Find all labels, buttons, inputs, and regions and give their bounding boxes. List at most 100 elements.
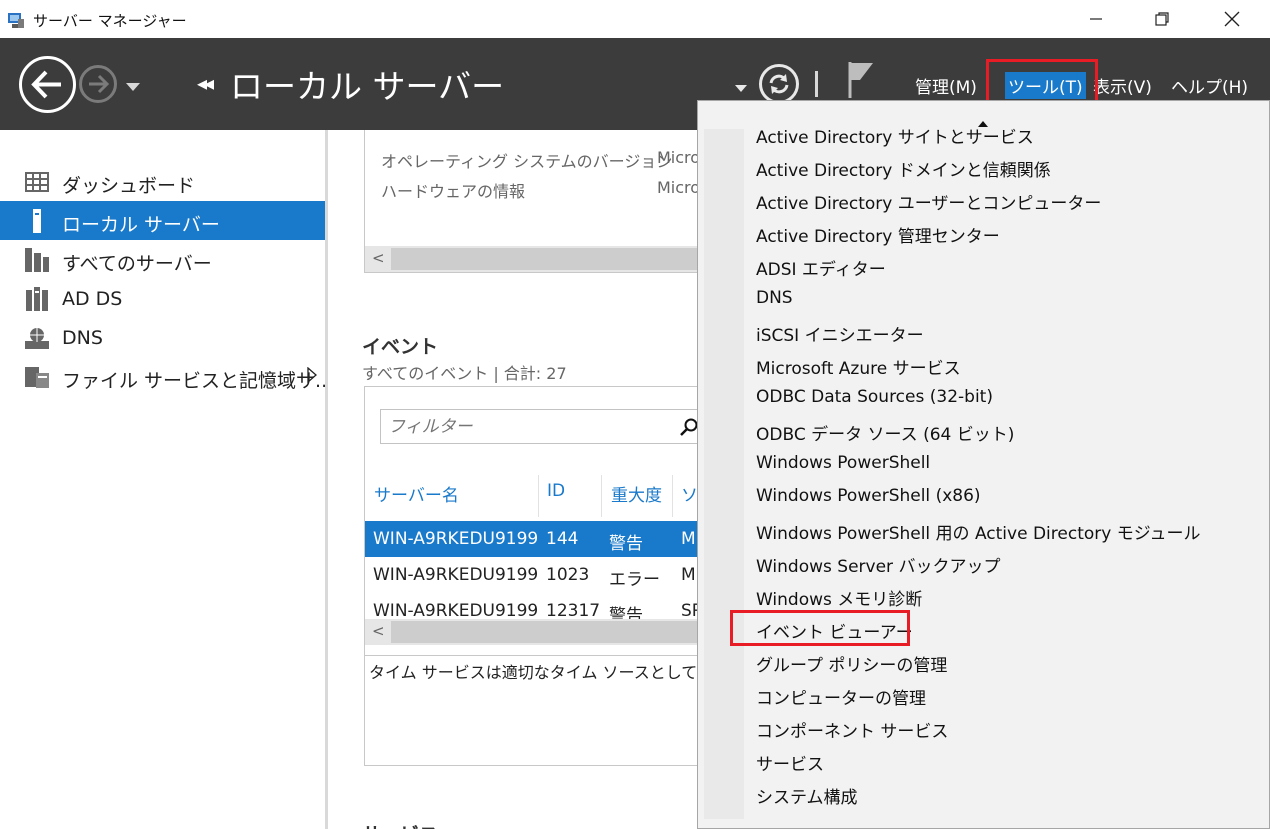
menu-item-ad-powershell-module[interactable]: Windows PowerShell 用の Active Directory モ… bbox=[756, 519, 1201, 544]
sidebar-item-label: AD DS bbox=[62, 288, 123, 310]
property-label: ハードウェアの情報 bbox=[381, 182, 526, 201]
menu-item-system-configuration[interactable]: システム構成 bbox=[756, 783, 858, 808]
column-separator bbox=[601, 475, 602, 517]
search-icon[interactable] bbox=[679, 417, 699, 441]
scroll-left-icon[interactable]: < bbox=[372, 622, 385, 640]
events-summary: すべてのイベント | 合計: 27 bbox=[362, 364, 567, 383]
minimize-button[interactable] bbox=[1063, 0, 1129, 38]
menu-item-group-policy[interactable]: グループ ポリシーの管理 bbox=[756, 651, 947, 676]
expand-arrow-icon[interactable] bbox=[307, 366, 317, 387]
sidebar-item-dashboard[interactable]: ダッシュボード bbox=[0, 162, 325, 201]
property-value[interactable]: Micro bbox=[657, 148, 700, 167]
column-header-server-name[interactable]: サーバー名 bbox=[374, 481, 459, 506]
menu-item-memory-diagnostic[interactable]: Windows メモリ診断 bbox=[756, 585, 922, 610]
menu-item-dns[interactable]: DNS bbox=[756, 288, 793, 308]
menu-item-component-services[interactable]: コンポーネント サービス bbox=[756, 717, 948, 742]
event-viewer-highlight-box bbox=[730, 610, 910, 646]
cell-severity: エラー bbox=[609, 570, 660, 590]
column-header-severity[interactable]: 重大度 bbox=[611, 481, 662, 506]
notifications-button[interactable] bbox=[846, 60, 876, 104]
page-title: ローカル サーバー bbox=[230, 67, 505, 106]
menu-item-ad-users-computers[interactable]: Active Directory ユーザーとコンピューター bbox=[756, 189, 1101, 214]
dns-icon bbox=[24, 326, 50, 350]
caret-down-icon bbox=[735, 85, 747, 92]
refresh-icon bbox=[769, 74, 789, 94]
event-description-pane: タイム サービスは適切なタイム ソースとしてクライ bbox=[365, 655, 745, 767]
header-separator bbox=[815, 71, 818, 97]
file-services-icon bbox=[24, 365, 50, 389]
services-section-title: サービス bbox=[362, 820, 438, 829]
scroll-left-icon[interactable]: < bbox=[372, 249, 385, 267]
cell-source: M bbox=[681, 529, 696, 549]
menu-help[interactable]: ヘルプ(H) bbox=[1171, 73, 1248, 98]
maximize-button[interactable] bbox=[1129, 0, 1195, 38]
close-icon bbox=[1224, 11, 1240, 27]
property-value[interactable]: Micro bbox=[657, 178, 700, 197]
cell-server: WIN-A9RKEDU9199 bbox=[373, 565, 539, 585]
forward-button[interactable] bbox=[79, 65, 117, 103]
cell-source: M bbox=[681, 565, 696, 585]
menu-item-azure-services[interactable]: Microsoft Azure サービス bbox=[756, 354, 961, 379]
window-title: サーバー マネージャー bbox=[33, 12, 187, 30]
breadcrumb-chevrons[interactable]: ◂◂ bbox=[197, 71, 214, 95]
sidebar-item-file-services[interactable]: ファイル サービスと記憶域サ... bbox=[0, 357, 333, 396]
tools-dropdown-menu: Active Directory サイトとサービス Active Directo… bbox=[697, 100, 1270, 829]
menu-item-powershell[interactable]: Windows PowerShell bbox=[756, 453, 930, 473]
menu-item-ad-sites-services[interactable]: Active Directory サイトとサービス bbox=[756, 123, 1034, 148]
menu-item-odbc-32[interactable]: ODBC Data Sources (32-bit) bbox=[756, 387, 993, 407]
table-row[interactable]: WIN-A9RKEDU9199 1023 エラー M bbox=[365, 557, 724, 593]
minimize-icon bbox=[1090, 18, 1102, 20]
events-filter-input[interactable] bbox=[380, 409, 725, 444]
dashboard-icon bbox=[24, 170, 50, 194]
server-manager-app-icon bbox=[6, 10, 26, 30]
sidebar-item-all-servers[interactable]: すべてのサーバー bbox=[0, 240, 325, 279]
cell-id: 12317 bbox=[546, 601, 601, 621]
cell-server: WIN-A9RKEDU9199 bbox=[373, 601, 539, 621]
events-section-title: イベント bbox=[362, 336, 439, 358]
sidebar-item-label: ダッシュボード bbox=[62, 175, 196, 197]
menu-item-powershell-x86[interactable]: Windows PowerShell (x86) bbox=[756, 486, 981, 506]
properties-panel: オペレーティング システムのバージョン Micro ハードウェアの情報 Micr… bbox=[364, 130, 724, 273]
sidebar-item-ad-ds[interactable]: AD DS bbox=[0, 279, 325, 318]
tools-menu-highlight-box bbox=[986, 59, 1098, 106]
arrow-left-icon bbox=[31, 70, 61, 99]
menu-item-adsi-editor[interactable]: ADSI エディター bbox=[756, 255, 886, 280]
menu-item-ad-admin-center[interactable]: Active Directory 管理センター bbox=[756, 222, 1000, 247]
all-servers-icon bbox=[24, 248, 50, 272]
sidebar-item-local-server[interactable]: ローカル サーバー bbox=[0, 201, 325, 240]
arrow-right-icon bbox=[89, 74, 110, 94]
title-bar: サーバー マネージャー bbox=[0, 0, 1270, 38]
menu-scroll-down-arrow-icon[interactable] bbox=[977, 823, 989, 828]
property-label: オペレーティング システムのバージョン bbox=[381, 152, 673, 171]
history-dropdown-button[interactable] bbox=[124, 78, 142, 97]
event-description-text: タイム サービスは適切なタイム ソースとしてクライ bbox=[369, 663, 746, 682]
menu-view[interactable]: 表示(V) bbox=[1093, 73, 1152, 98]
caret-down-icon bbox=[126, 83, 140, 91]
events-horizontal-scrollbar[interactable]: < bbox=[365, 619, 723, 645]
header-dropdown-button[interactable] bbox=[734, 78, 748, 97]
close-button[interactable] bbox=[1199, 0, 1265, 38]
local-server-icon bbox=[24, 209, 50, 233]
column-header-source[interactable]: ソ bbox=[681, 481, 698, 506]
menu-item-server-backup[interactable]: Windows Server バックアップ bbox=[756, 552, 1000, 577]
properties-horizontal-scrollbar[interactable]: < bbox=[365, 246, 723, 272]
cell-severity: 警告 bbox=[609, 534, 643, 554]
column-separator bbox=[538, 475, 539, 517]
scrollbar-thumb[interactable] bbox=[391, 248, 723, 270]
menu-item-ad-domains-trusts[interactable]: Active Directory ドメインと信頼関係 bbox=[756, 156, 1051, 181]
menu-manage[interactable]: 管理(M) bbox=[915, 73, 977, 98]
column-header-id[interactable]: ID bbox=[547, 481, 565, 501]
sidebar-item-dns[interactable]: DNS bbox=[0, 318, 325, 357]
menu-item-odbc-64[interactable]: ODBC データ ソース (64 ビット) bbox=[756, 420, 1014, 445]
cell-id: 1023 bbox=[546, 565, 590, 585]
menu-item-services[interactable]: サービス bbox=[756, 750, 824, 775]
ad-ds-icon bbox=[24, 287, 50, 311]
table-row[interactable]: WIN-A9RKEDU9199 144 警告 M bbox=[365, 521, 724, 557]
flag-icon bbox=[848, 62, 873, 98]
back-button[interactable] bbox=[19, 56, 76, 113]
restore-icon bbox=[1155, 12, 1169, 26]
refresh-button[interactable] bbox=[759, 64, 799, 104]
scrollbar-thumb[interactable] bbox=[391, 621, 723, 643]
menu-item-computer-management[interactable]: コンピューターの管理 bbox=[756, 684, 926, 709]
menu-item-iscsi-initiator[interactable]: iSCSI イニシエーター bbox=[756, 321, 924, 346]
